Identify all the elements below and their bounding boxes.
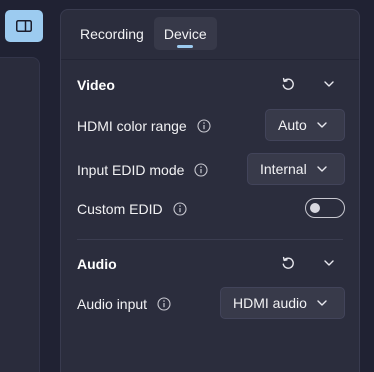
chevron-down-icon [317, 166, 327, 172]
audio-reset-button[interactable] [277, 252, 299, 274]
video-reset-button[interactable] [277, 73, 299, 95]
app-window: Recording Device Video HDMI color range [0, 0, 374, 372]
section-divider [77, 239, 343, 240]
hdmi-color-range-value: Auto [278, 117, 307, 133]
chevron-down-icon [317, 122, 327, 128]
video-section-title: Video [77, 77, 115, 93]
input-edid-mode-text: Input EDID mode [77, 162, 185, 178]
audio-input-value: HDMI audio [233, 295, 307, 311]
info-icon[interactable] [173, 202, 187, 216]
info-icon[interactable] [197, 119, 211, 133]
tab-bar: Recording Device [70, 17, 217, 50]
info-icon[interactable] [194, 163, 208, 177]
audio-input-label: Audio input [77, 294, 171, 314]
tab-device[interactable]: Device [153, 17, 217, 50]
tab-recording-label: Recording [80, 25, 144, 42]
toggle-knob [310, 203, 320, 213]
chevron-down-icon [317, 300, 327, 306]
hdmi-color-range-label: HDMI color range [77, 116, 211, 136]
tab-recording[interactable]: Recording [70, 17, 154, 50]
input-edid-mode-value: Internal [260, 161, 307, 177]
info-icon[interactable] [157, 297, 171, 311]
custom-edid-text: Custom EDID [77, 201, 163, 217]
device-settings-panel: Recording Device Video HDMI color range [60, 9, 360, 372]
hdmi-color-range-dropdown[interactable]: Auto [265, 109, 345, 141]
panel-left-icon [16, 20, 32, 32]
audio-collapse-button[interactable] [318, 252, 340, 274]
audio-input-dropdown[interactable]: HDMI audio [220, 287, 345, 319]
video-collapse-button[interactable] [318, 73, 340, 95]
reset-icon [282, 256, 294, 269]
input-edid-mode-label: Input EDID mode [77, 160, 208, 180]
input-edid-mode-dropdown[interactable]: Internal [247, 153, 345, 185]
audio-section-title: Audio [77, 256, 117, 272]
custom-edid-toggle[interactable] [305, 198, 345, 218]
chevron-down-icon [324, 260, 334, 266]
left-pane [0, 57, 40, 372]
chevron-down-icon [324, 81, 334, 87]
tab-device-label: Device [163, 25, 207, 42]
hdmi-color-range-text: HDMI color range [77, 118, 187, 134]
reset-icon [282, 77, 294, 90]
audio-input-text: Audio input [77, 296, 148, 312]
sidebar-toggle-button[interactable] [5, 10, 43, 42]
custom-edid-label: Custom EDID [77, 199, 187, 219]
tabs-divider [61, 59, 359, 60]
